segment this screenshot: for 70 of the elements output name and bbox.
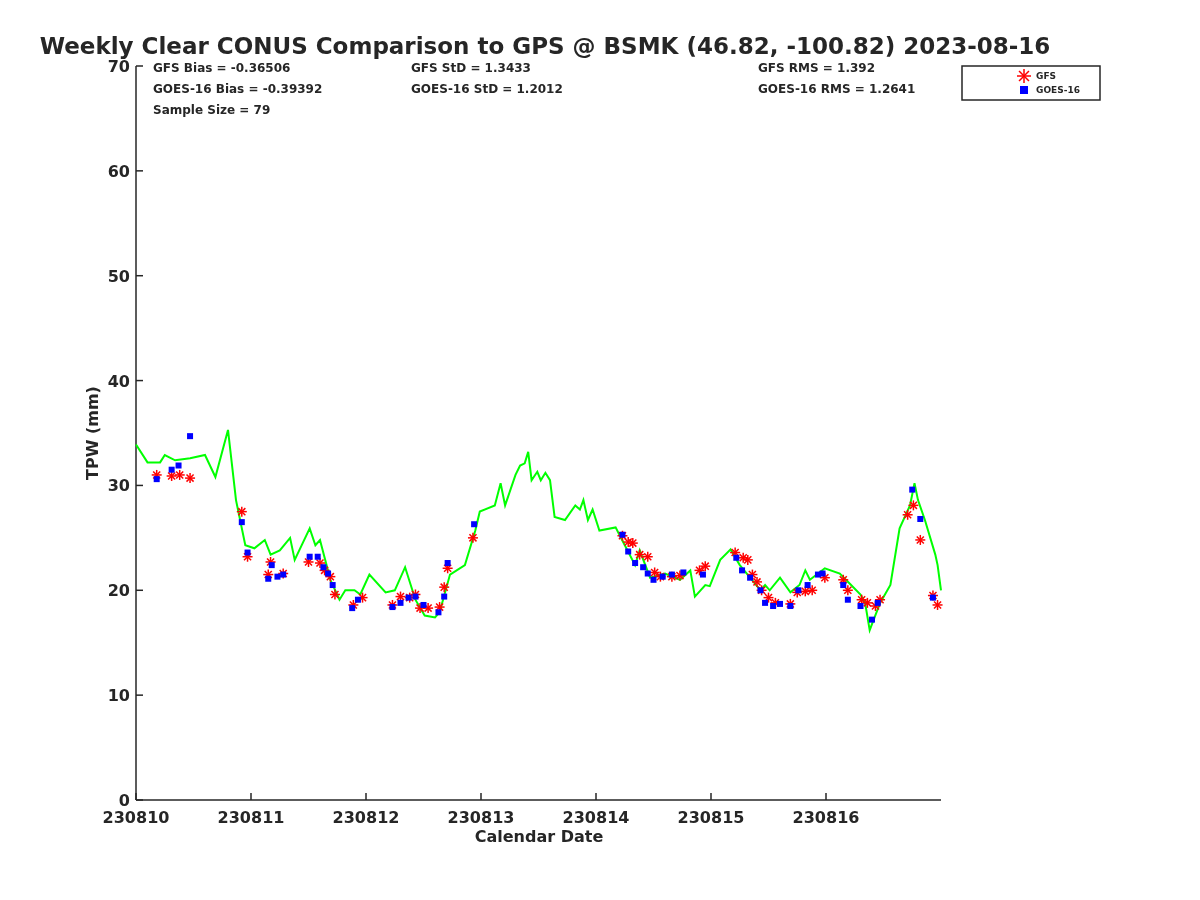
stat-text: GOES-16 Bias = -0.39392 [153,82,323,96]
stat-text: GFS StD = 1.3433 [411,61,531,75]
y-tick-label: 40 [107,371,130,391]
cross-marker [699,560,711,572]
chart-title: Weekly Clear CONUS Comparison to GPS @ BSMK (46.82, -100.82) 2023-08-16 [39,33,1051,59]
y-tick-label: 10 [107,686,130,706]
x-tick-label: 230816 [792,808,860,827]
square-marker [869,616,875,623]
cross-marker [438,581,450,593]
x-axis-label: Calendar Date [474,827,604,846]
square-marker [659,573,666,580]
square-marker [929,594,936,601]
square-marker [268,562,275,569]
cross-marker [467,532,479,544]
stat-text: GFS RMS = 1.392 [758,61,876,75]
square-marker [354,596,361,603]
square-marker [435,609,442,616]
square-marker [840,582,847,589]
square-marker [349,605,356,612]
y-tick-label: 30 [107,476,130,496]
square-marker [265,575,272,582]
y-tick-label: 60 [107,161,130,181]
square-marker [329,582,336,589]
x-tick-label: 230811 [217,808,285,827]
y-tick-label: 0 [118,791,130,810]
cross-marker [901,509,914,521]
square-marker [733,554,740,561]
stat-text: GOES-16 RMS = 1.2641 [758,82,916,96]
square-marker [874,599,881,606]
cross-marker [184,472,196,484]
square-marker [244,549,251,556]
square-marker [153,476,160,483]
y-tick-label: 20 [107,581,130,601]
square-marker [699,571,706,578]
stat-text: GFS Bias = -0.36506 [153,61,291,75]
legend-label: GFS [1036,71,1057,81]
cross-marker [236,505,248,518]
x-tick-label: 230813 [447,808,515,827]
y-axis-label: TPW (mm) [83,386,102,480]
square-marker [804,582,811,589]
y-tick-label: 50 [107,266,130,286]
cross-marker [627,537,639,549]
cross-marker [642,551,654,563]
square-marker [187,433,194,440]
x-tick-label: 230812 [332,808,400,827]
square-marker [441,593,448,600]
square-marker [787,603,794,609]
square-marker [625,548,632,555]
square-marker [757,587,764,594]
cross-marker [907,499,920,512]
square-marker [909,486,916,493]
square-marker [444,560,451,566]
square-marker [844,596,851,603]
x-tick-label: 230810 [102,808,170,827]
square-marker [668,571,675,578]
square-marker [857,603,864,609]
square-marker [795,587,802,594]
square-marker [238,519,245,526]
square-marker [619,531,626,538]
x-tick-label: 230815 [677,808,745,827]
square-marker [471,521,478,528]
legend-label: GOES-16 [1036,85,1080,95]
square-marker [917,516,924,522]
stat-text: Sample Size = 79 [153,103,271,117]
x-tick-label: 230814 [562,808,630,827]
cross-marker [751,576,763,588]
square-marker [680,569,687,576]
cross-marker [742,554,754,566]
cross-marker [914,534,927,546]
stat-text: GOES-16 StD = 1.2012 [411,82,563,96]
